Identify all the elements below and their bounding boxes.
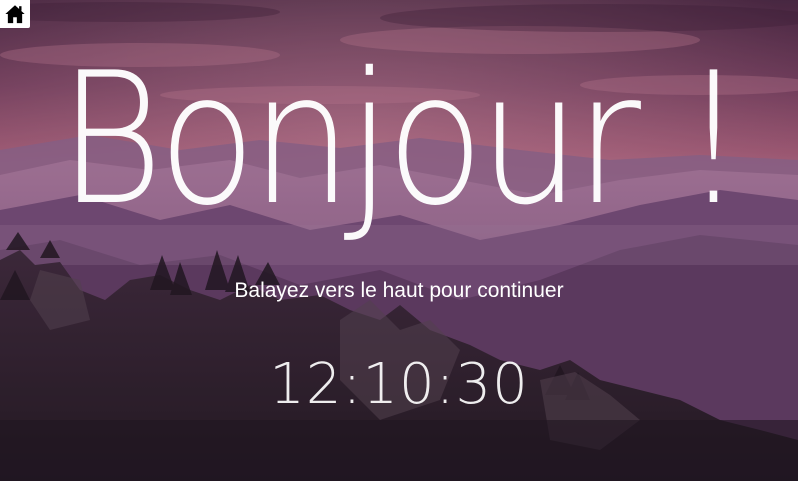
swipe-hint: Balayez vers le haut pour continuer bbox=[234, 279, 564, 302]
lock-screen: Bonjour ! Balayez vers le haut pour cont… bbox=[0, 0, 798, 481]
home-button[interactable] bbox=[0, 0, 30, 28]
clock-time: 12:10:30 bbox=[269, 352, 529, 417]
home-icon bbox=[4, 3, 26, 25]
greeting-title: Bonjour ! bbox=[58, 33, 745, 245]
